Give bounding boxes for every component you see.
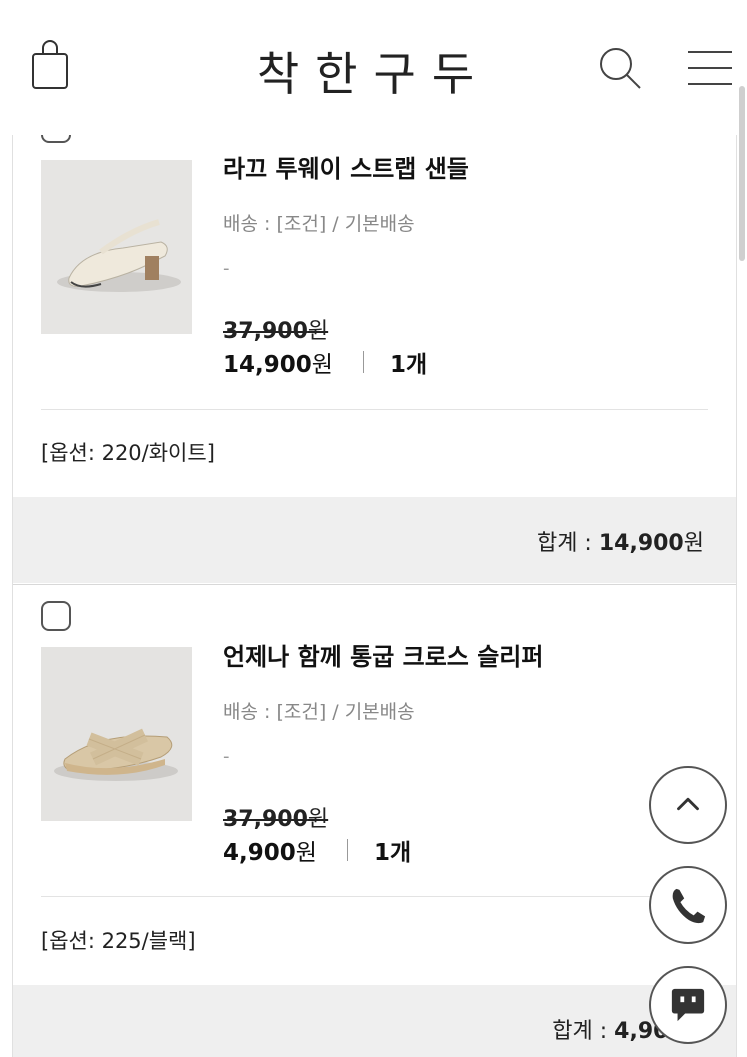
cart-item: 라끄 투웨이 스트랩 샌들 배송 : [조건] / 기본배송 - 37,900원… <box>13 113 736 585</box>
search-icon[interactable] <box>596 44 644 92</box>
price-row: 14,900원 1개 <box>223 345 716 379</box>
beige-strap-sandal-image <box>41 160 192 334</box>
currency-unit: 원 <box>307 807 329 832</box>
divider <box>41 896 708 897</box>
quantity: 1개 <box>373 840 412 866</box>
scrollbar[interactable] <box>739 86 745 261</box>
divider <box>362 351 364 373</box>
item-total-bar: 합계 : 4,900원 <box>13 985 736 1057</box>
cart-item-list: 라끄 투웨이 스트랩 샌들 배송 : [조건] / 기본배송 - 37,900원… <box>12 113 737 1057</box>
total-amount: 14,900 <box>598 531 684 556</box>
item-checkbox[interactable] <box>41 601 71 631</box>
original-price: 37,900원 <box>223 313 716 345</box>
product-name[interactable]: 라끄 투웨이 스트랩 샌들 <box>223 151 716 187</box>
shipping-info: 배송 : [조건] / 기본배송 <box>223 701 415 723</box>
product-name[interactable]: 언제나 함께 통굽 크로스 슬리퍼 <box>223 639 716 675</box>
product-info: 라끄 투웨이 스트랩 샌들 배송 : [조건] / 기본배송 - 37,900원… <box>223 151 716 379</box>
divider <box>346 839 348 861</box>
quantity: 1개 <box>389 352 428 378</box>
original-price-value: 37,900 <box>223 807 308 832</box>
total-label: 합계 : <box>552 1019 615 1044</box>
chat-icon <box>671 988 705 1022</box>
currency-unit: 원 <box>683 531 704 556</box>
currency-unit: 원 <box>311 352 333 378</box>
cart-item: 언제나 함께 통굽 크로스 슬리퍼 배송 : [조건] / 기본배송 - 37,… <box>13 584 736 1057</box>
hamburger-menu-icon[interactable] <box>686 44 734 92</box>
scroll-top-button[interactable] <box>649 766 727 844</box>
original-price-value: 37,900 <box>223 319 308 344</box>
currency-unit: 원 <box>307 319 329 344</box>
total-label: 합계 : <box>536 531 599 556</box>
chevron-up-icon <box>677 797 699 811</box>
cross-slipper-image <box>41 647 192 821</box>
option-text: [옵션: 220/화이트] <box>41 441 215 465</box>
item-total: 합계 : 14,900원 <box>537 525 704 557</box>
sale-price-value: 14,900 <box>223 352 312 378</box>
sale-price: 14,900원 <box>223 345 333 379</box>
sale-price: 4,900원 <box>223 833 317 867</box>
price-row: 4,900원 1개 <box>223 833 716 867</box>
item-total-bar: 합계 : 14,900원 <box>13 497 736 583</box>
chat-button[interactable] <box>649 966 727 1044</box>
sale-price-value: 4,900 <box>223 840 296 866</box>
option-placeholder: - <box>223 746 230 767</box>
shipping-info: 배송 : [조건] / 기본배송 <box>223 213 415 235</box>
cart-page: 착한구두 라끄 투웨이 스트랩 샌들 배송: [조건] / 기본배송 - 37… <box>0 0 747 1057</box>
product-info: 언제나 함께 통굽 크로스 슬리퍼 배송 : [조건] / 기본배송 - 37,… <box>223 639 716 867</box>
option-placeholder: - <box>223 258 230 279</box>
product-thumbnail[interactable] <box>41 160 192 334</box>
top-header: 착한구두 <box>0 0 747 135</box>
phone-call-button[interactable] <box>649 866 727 944</box>
divider <box>41 409 708 410</box>
phone-icon <box>672 888 706 924</box>
original-price: 37,900원 <box>223 801 716 833</box>
option-text: [옵션: 225/블랙] <box>41 929 196 953</box>
product-thumbnail[interactable] <box>41 647 192 821</box>
currency-unit: 원 <box>295 840 317 866</box>
